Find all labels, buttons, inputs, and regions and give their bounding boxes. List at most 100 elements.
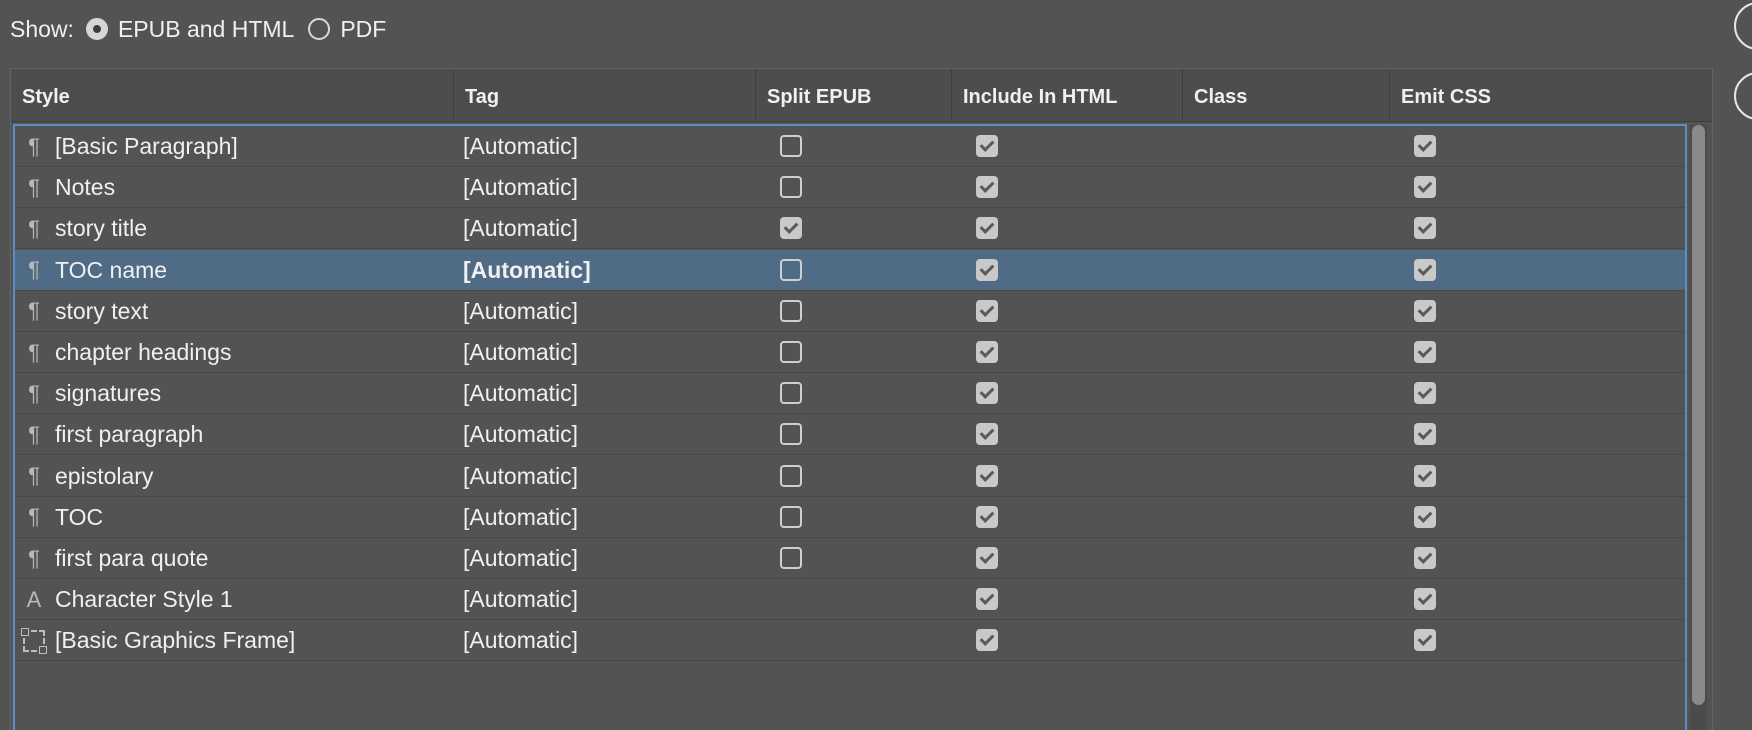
emit-css-checkbox[interactable] (1414, 258, 1436, 281)
header-style[interactable]: Style (11, 69, 453, 121)
include-html-checkbox[interactable] (976, 588, 998, 611)
style-name: story title (55, 215, 148, 242)
radio-pdf-indicator[interactable] (308, 18, 331, 40)
table-row[interactable]: [Basic Graphics Frame] [Automatic] (15, 620, 1685, 662)
include-html-checkbox[interactable] (976, 176, 998, 199)
header-emit-css[interactable]: Emit CSS (1389, 69, 1534, 121)
style-cell: ¶ epistolary (23, 456, 153, 497)
table-row[interactable]: ¶ chapter headings [Automatic] (15, 332, 1685, 373)
paragraph-style-icon: ¶ (28, 504, 40, 530)
style-cell: ¶ TOC name (23, 250, 167, 291)
include-html-checkbox[interactable] (976, 464, 998, 487)
header-tag[interactable]: Tag (453, 69, 755, 121)
tag-cell[interactable]: [Automatic] (463, 332, 578, 373)
tag-cell[interactable]: [Automatic] (463, 373, 578, 414)
split-epub-checkbox[interactable] (780, 382, 802, 405)
paragraph-style-icon: ¶ (28, 257, 40, 283)
include-html-checkbox[interactable] (976, 505, 998, 528)
style-cell: ¶ story title (23, 208, 147, 249)
style-name: TOC (55, 503, 104, 530)
tag-cell[interactable]: [Automatic] (463, 126, 578, 167)
paragraph-style-icon: ¶ (28, 421, 40, 447)
split-epub-checkbox[interactable] (780, 258, 802, 281)
emit-css-checkbox[interactable] (1414, 135, 1436, 157)
header-split-epub[interactable]: Split EPUB (755, 69, 951, 121)
emit-css-checkbox[interactable] (1414, 217, 1436, 240)
header-include-html[interactable]: Include In HTML (951, 69, 1182, 121)
style-mapping-table: Style Tag Split EPUB Include In HTML Cla… (10, 68, 1713, 730)
side-button-top[interactable] (1734, 2, 1752, 50)
style-cell: ¶ signatures (23, 373, 161, 414)
split-epub-checkbox[interactable] (780, 464, 802, 487)
paragraph-style-icon: ¶ (28, 339, 40, 365)
style-cell: ¶ first paragraph (23, 414, 203, 455)
table-row[interactable]: ¶ story text [Automatic] (15, 291, 1685, 332)
tag-cell[interactable]: [Automatic] (463, 250, 591, 291)
paragraph-style-icon: ¶ (28, 215, 40, 241)
emit-css-checkbox[interactable] (1414, 588, 1436, 611)
emit-css-checkbox[interactable] (1414, 464, 1436, 487)
table-row[interactable]: ¶ first para quote [Automatic] (15, 538, 1685, 579)
scrollbar-thumb[interactable] (1692, 125, 1705, 705)
table-row[interactable]: ¶ first paragraph [Automatic] (15, 414, 1685, 456)
include-html-checkbox[interactable] (976, 423, 998, 446)
include-html-checkbox[interactable] (976, 341, 998, 363)
tag-cell[interactable]: [Automatic] (463, 497, 578, 538)
table-row[interactable]: ¶ Notes [Automatic] (15, 167, 1685, 209)
split-epub-checkbox[interactable] (780, 299, 802, 322)
radio-pdf[interactable]: PDF (308, 16, 386, 43)
split-epub-checkbox[interactable] (780, 505, 802, 528)
table-row[interactable]: ¶ epistolary [Automatic] (15, 456, 1685, 497)
side-button-second[interactable] (1734, 72, 1752, 120)
emit-css-checkbox[interactable] (1414, 299, 1436, 322)
paragraph-style-icon: ¶ (28, 545, 40, 571)
style-cell: ¶ [Basic Paragraph] (23, 126, 238, 167)
split-epub-checkbox[interactable] (780, 547, 802, 569)
tag-cell[interactable]: [Automatic] (463, 579, 578, 620)
include-html-checkbox[interactable] (976, 135, 998, 157)
tag-cell[interactable]: [Automatic] (463, 208, 578, 249)
split-epub-checkbox[interactable] (780, 135, 802, 157)
include-html-checkbox[interactable] (976, 382, 998, 405)
vertical-scrollbar[interactable] (1690, 125, 1707, 730)
split-epub-checkbox[interactable] (780, 176, 802, 199)
tag-cell[interactable]: [Automatic] (463, 620, 578, 661)
tag-cell[interactable]: [Automatic] (463, 414, 578, 455)
include-html-checkbox[interactable] (976, 217, 998, 240)
split-epub-checkbox[interactable] (780, 423, 802, 446)
emit-css-checkbox[interactable] (1414, 341, 1436, 363)
style-name: story text (55, 297, 149, 324)
emit-css-checkbox[interactable] (1414, 176, 1436, 199)
tag-cell[interactable]: [Automatic] (463, 456, 578, 497)
emit-css-checkbox[interactable] (1414, 423, 1436, 446)
table-body: ¶ [Basic Paragraph] [Automatic] ¶ Notes [Auto… (13, 124, 1687, 730)
radio-epub-html-label: EPUB and HTML (117, 15, 295, 42)
style-cell: ¶ story text (23, 291, 148, 332)
include-html-checkbox[interactable] (976, 299, 998, 322)
tag-cell[interactable]: [Automatic] (463, 538, 578, 579)
table-row[interactable]: A Character Style 1 [Automatic] (15, 579, 1685, 621)
split-epub-checkbox[interactable] (780, 341, 802, 363)
include-html-checkbox[interactable] (976, 547, 998, 569)
paragraph-style-icon: ¶ (28, 133, 40, 159)
tag-cell[interactable]: [Automatic] (463, 291, 578, 332)
character-style-icon: A (26, 586, 42, 612)
table-row[interactable]: ¶ story title [Automatic] (15, 208, 1685, 250)
graphics-frame-icon (21, 627, 47, 654)
include-html-checkbox[interactable] (976, 629, 998, 652)
emit-css-checkbox[interactable] (1414, 547, 1436, 569)
tag-cell[interactable]: [Automatic] (463, 167, 578, 208)
emit-css-checkbox[interactable] (1414, 505, 1436, 528)
table-row[interactable]: ¶ TOC name [Automatic] (15, 249, 1685, 291)
emit-css-checkbox[interactable] (1414, 382, 1436, 405)
emit-css-checkbox[interactable] (1414, 629, 1436, 652)
header-class[interactable]: Class (1182, 69, 1389, 121)
style-name: TOC name (55, 256, 168, 283)
table-row[interactable]: ¶ signatures [Automatic] (15, 373, 1685, 415)
include-html-checkbox[interactable] (976, 258, 998, 281)
table-row[interactable]: ¶ TOC [Automatic] (15, 497, 1685, 538)
radio-epub-html[interactable]: EPUB and HTML (85, 15, 295, 43)
table-row[interactable]: ¶ [Basic Paragraph] [Automatic] (15, 126, 1685, 167)
split-epub-checkbox[interactable] (780, 217, 802, 240)
radio-epub-html-indicator[interactable] (85, 18, 108, 40)
